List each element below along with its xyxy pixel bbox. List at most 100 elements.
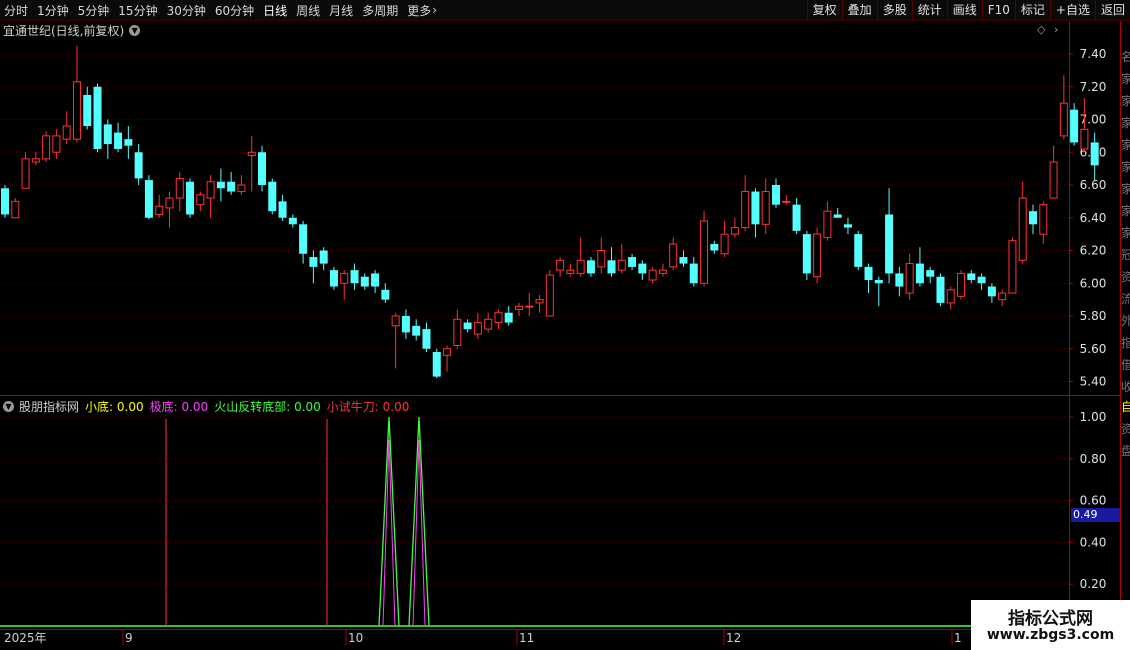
candle[interactable] — [278, 194, 287, 222]
candle[interactable] — [1039, 201, 1048, 244]
chevron-down-icon[interactable]: ▼ — [3, 401, 14, 412]
candle[interactable] — [751, 188, 760, 238]
toolbar-button-1[interactable]: 叠加 — [841, 0, 877, 20]
candle[interactable] — [772, 178, 780, 208]
candle[interactable] — [453, 309, 462, 349]
candle[interactable] — [1049, 145, 1058, 199]
indicator-name[interactable]: 股朋指标网 — [19, 398, 79, 415]
candle[interactable] — [1, 185, 9, 218]
candle[interactable] — [473, 312, 482, 339]
candle[interactable] — [576, 237, 585, 277]
candle[interactable] — [710, 240, 719, 254]
candle[interactable] — [1090, 132, 1099, 181]
candle[interactable] — [658, 263, 667, 277]
candle[interactable] — [258, 145, 266, 192]
candle[interactable] — [1008, 237, 1017, 294]
candle[interactable] — [494, 309, 503, 330]
candle[interactable] — [227, 171, 236, 195]
period-tab-0[interactable]: 分时 — [4, 2, 28, 19]
candle[interactable] — [165, 191, 174, 228]
candle[interactable] — [998, 289, 1007, 307]
candle[interactable] — [401, 309, 410, 339]
period-tab-5[interactable]: 60分钟 — [215, 2, 254, 19]
candle[interactable] — [216, 168, 225, 202]
candle[interactable] — [175, 171, 184, 212]
candle[interactable] — [720, 221, 729, 258]
candle[interactable] — [319, 247, 328, 271]
candle[interactable] — [813, 227, 822, 284]
candlestick-series[interactable] — [1, 45, 1099, 379]
period-tab-6[interactable]: 日线 — [263, 2, 287, 19]
candle[interactable] — [535, 294, 544, 313]
chart-title[interactable]: 宜通世纪(日线,前复权) ▼ — [3, 22, 141, 39]
candle[interactable] — [566, 263, 575, 277]
more-arrow-icon[interactable]: › — [432, 3, 437, 17]
candle[interactable] — [360, 273, 369, 290]
candle[interactable] — [21, 152, 30, 189]
candle[interactable] — [443, 345, 452, 372]
chevron-right-icon[interactable]: › — [1054, 23, 1058, 36]
candle[interactable] — [237, 175, 246, 195]
candle[interactable] — [196, 191, 205, 212]
candle[interactable] — [864, 263, 873, 294]
period-tab-2[interactable]: 5分钟 — [78, 2, 110, 19]
candle[interactable] — [638, 260, 647, 280]
candle[interactable] — [628, 253, 637, 271]
candle[interactable] — [72, 45, 81, 143]
candle[interactable] — [926, 266, 935, 284]
toolbar-button-0[interactable]: 复权 — [806, 0, 842, 20]
candle[interactable] — [946, 286, 955, 310]
candle[interactable] — [885, 188, 894, 284]
candle[interactable] — [484, 312, 493, 333]
candle[interactable] — [155, 194, 164, 218]
candle[interactable] — [31, 152, 40, 166]
candle[interactable] — [802, 230, 811, 280]
candle[interactable] — [915, 247, 924, 287]
toolbar-button-7[interactable]: +自选 — [1049, 0, 1095, 20]
candle[interactable] — [843, 217, 852, 235]
toolbar-button-3[interactable]: 统计 — [911, 0, 947, 20]
diamond-icon[interactable]: ◇ — [1037, 23, 1045, 36]
candle[interactable] — [432, 348, 441, 379]
candle[interactable] — [1029, 204, 1037, 235]
period-tab-8[interactable]: 月线 — [329, 2, 353, 19]
candle[interactable] — [422, 322, 431, 353]
candle[interactable] — [679, 250, 688, 267]
candle[interactable] — [206, 175, 215, 218]
period-tab-10[interactable]: 更多 — [407, 2, 431, 19]
candle[interactable] — [1070, 103, 1079, 146]
candle[interactable] — [350, 263, 359, 290]
candle[interactable] — [936, 273, 945, 307]
candle[interactable] — [905, 253, 914, 300]
candle[interactable] — [895, 266, 904, 297]
candle[interactable] — [730, 217, 739, 238]
candle[interactable] — [833, 207, 842, 218]
toolbar-button-2[interactable]: 多股 — [876, 0, 912, 20]
period-tab-3[interactable]: 15分钟 — [118, 2, 157, 19]
toolbar-button-8[interactable]: 返回 — [1094, 0, 1130, 20]
period-tab-4[interactable]: 30分钟 — [167, 2, 206, 19]
candle[interactable] — [700, 211, 709, 287]
period-tab-9[interactable]: 多周期 — [362, 2, 398, 19]
candle[interactable] — [52, 129, 61, 159]
candle[interactable] — [741, 175, 750, 231]
candle[interactable] — [586, 257, 595, 277]
candle[interactable] — [874, 276, 883, 307]
candle[interactable] — [103, 119, 112, 159]
chevron-down-icon[interactable]: ▼ — [129, 25, 141, 36]
candle[interactable] — [987, 283, 996, 303]
candle[interactable] — [114, 122, 123, 153]
candle[interactable] — [669, 237, 678, 271]
candle[interactable] — [545, 270, 554, 317]
candle[interactable] — [854, 230, 863, 271]
candle[interactable] — [689, 257, 698, 287]
candle[interactable] — [247, 135, 256, 192]
candle[interactable] — [186, 178, 195, 218]
period-tab-1[interactable]: 1分钟 — [37, 2, 69, 19]
candle[interactable] — [597, 237, 606, 274]
candle[interactable] — [515, 302, 523, 316]
candle[interactable] — [792, 198, 801, 235]
period-tab-7[interactable]: 周线 — [296, 2, 320, 19]
candle[interactable] — [463, 319, 472, 333]
candle[interactable] — [288, 214, 297, 228]
